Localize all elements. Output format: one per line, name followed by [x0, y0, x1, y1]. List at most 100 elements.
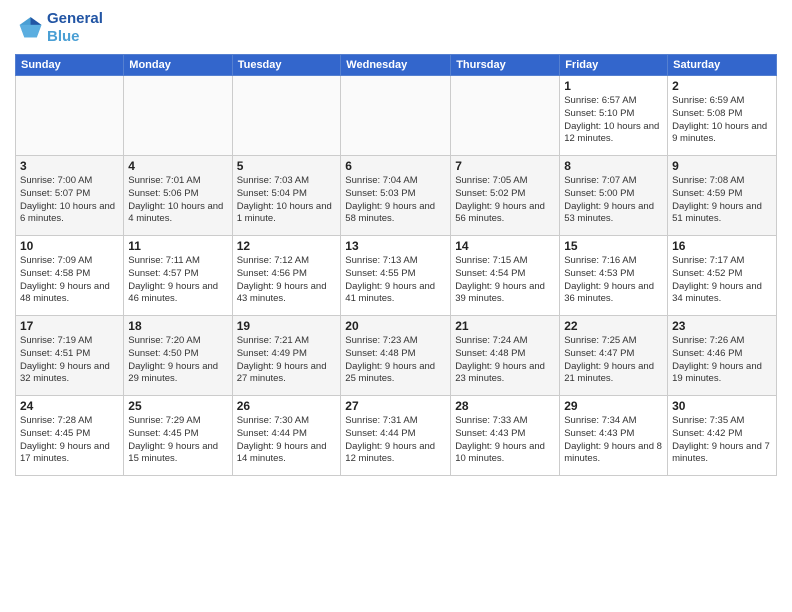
day-number: 20 [345, 319, 446, 333]
calendar-cell: 20 Sunrise: 7:23 AMSunset: 4:48 PMDayligh… [341, 316, 451, 396]
day-number: 10 [20, 239, 119, 253]
header: General Blue [15, 10, 777, 46]
day-number: 29 [564, 399, 663, 413]
day-info: Sunrise: 7:04 AMSunset: 5:03 PMDaylight:… [345, 175, 446, 226]
day-info: Sunrise: 7:09 AMSunset: 4:58 PMDaylight:… [20, 255, 119, 306]
day-info: Sunrise: 7:03 AMSunset: 5:04 PMDaylight:… [237, 175, 337, 226]
day-info: Sunrise: 7:07 AMSunset: 5:00 PMDaylight:… [564, 175, 663, 226]
day-number: 8 [564, 159, 663, 173]
day-info: Sunrise: 7:11 AMSunset: 4:57 PMDaylight:… [128, 255, 227, 306]
day-number: 12 [237, 239, 337, 253]
calendar-cell: 27 Sunrise: 7:31 AMSunset: 4:44 PMDayligh… [341, 396, 451, 476]
day-number: 14 [455, 239, 555, 253]
day-info: Sunrise: 6:59 AMSunset: 5:08 PMDaylight:… [672, 95, 772, 146]
day-number: 15 [564, 239, 663, 253]
day-info: Sunrise: 7:24 AMSunset: 4:48 PMDaylight:… [455, 335, 555, 386]
day-info: Sunrise: 7:28 AMSunset: 4:45 PMDaylight:… [20, 415, 119, 466]
week-row-2: 3 Sunrise: 7:00 AMSunset: 5:07 PMDaylight… [16, 156, 777, 236]
day-info: Sunrise: 7:29 AMSunset: 4:45 PMDaylight:… [128, 415, 227, 466]
calendar-cell: 14 Sunrise: 7:15 AMSunset: 4:54 PMDayligh… [451, 236, 560, 316]
calendar-cell: 8 Sunrise: 7:07 AMSunset: 5:00 PMDaylight… [560, 156, 668, 236]
day-number: 21 [455, 319, 555, 333]
day-info: Sunrise: 7:05 AMSunset: 5:02 PMDaylight:… [455, 175, 555, 226]
day-info: Sunrise: 7:33 AMSunset: 4:43 PMDaylight:… [455, 415, 555, 466]
day-info: Sunrise: 7:08 AMSunset: 4:59 PMDaylight:… [672, 175, 772, 226]
day-info: Sunrise: 7:00 AMSunset: 5:07 PMDaylight:… [20, 175, 119, 226]
day-number: 6 [345, 159, 446, 173]
calendar-cell: 16 Sunrise: 7:17 AMSunset: 4:52 PMDayligh… [668, 236, 777, 316]
calendar-cell: 26 Sunrise: 7:30 AMSunset: 4:44 PMDayligh… [232, 396, 341, 476]
calendar-cell: 10 Sunrise: 7:09 AMSunset: 4:58 PMDayligh… [16, 236, 124, 316]
day-info: Sunrise: 7:15 AMSunset: 4:54 PMDaylight:… [455, 255, 555, 306]
day-number: 9 [672, 159, 772, 173]
calendar-cell: 25Sunrise: 7:29 AMSunset: 4:45 PMDayligh… [124, 396, 232, 476]
calendar-cell: 29 Sunrise: 7:34 AMSunset: 4:43 PMDayligh… [560, 396, 668, 476]
day-info: Sunrise: 7:26 AMSunset: 4:46 PMDaylight:… [672, 335, 772, 386]
day-number: 1 [564, 79, 663, 93]
day-info: Sunrise: 7:19 AMSunset: 4:51 PMDaylight:… [20, 335, 119, 386]
day-number: 5 [237, 159, 337, 173]
weekday-header-wednesday: Wednesday [341, 55, 451, 76]
weekday-header-sunday: Sunday [16, 55, 124, 76]
calendar-cell: 24Sunrise: 7:28 AMSunset: 4:45 PMDayligh… [16, 396, 124, 476]
day-number: 22 [564, 319, 663, 333]
day-number: 30 [672, 399, 772, 413]
weekday-header-saturday: Saturday [668, 55, 777, 76]
calendar-header: SundayMondayTuesdayWednesdayThursdayFrid… [16, 55, 777, 76]
calendar-cell: 22 Sunrise: 7:25 AMSunset: 4:47 PMDayligh… [560, 316, 668, 396]
logo-icon [15, 14, 43, 42]
day-number: 4 [128, 159, 227, 173]
day-number: 27 [345, 399, 446, 413]
day-number: 7 [455, 159, 555, 173]
day-number: 19 [237, 319, 337, 333]
weekday-header-monday: Monday [124, 55, 232, 76]
day-info: Sunrise: 7:13 AMSunset: 4:55 PMDaylight:… [345, 255, 446, 306]
calendar-cell: 12 Sunrise: 7:12 AMSunset: 4:56 PMDayligh… [232, 236, 341, 316]
weekday-header-tuesday: Tuesday [232, 55, 341, 76]
calendar-cell: 21 Sunrise: 7:24 AMSunset: 4:48 PMDayligh… [451, 316, 560, 396]
day-number: 18 [128, 319, 227, 333]
calendar-cell: 19 Sunrise: 7:21 AMSunset: 4:49 PMDayligh… [232, 316, 341, 396]
day-number: 16 [672, 239, 772, 253]
calendar-cell: 17 Sunrise: 7:19 AMSunset: 4:51 PMDayligh… [16, 316, 124, 396]
day-info: Sunrise: 7:30 AMSunset: 4:44 PMDaylight:… [237, 415, 337, 466]
calendar-body: 1Sunrise: 6:57 AMSunset: 5:10 PMDaylight… [16, 76, 777, 476]
day-info: Sunrise: 7:12 AMSunset: 4:56 PMDaylight:… [237, 255, 337, 306]
day-info: Sunrise: 7:31 AMSunset: 4:44 PMDaylight:… [345, 415, 446, 466]
day-info: Sunrise: 7:21 AMSunset: 4:49 PMDaylight:… [237, 335, 337, 386]
calendar-cell: 30Sunrise: 7:35 AMSunset: 4:42 PMDayligh… [668, 396, 777, 476]
logo: General Blue [15, 10, 103, 46]
week-row-5: 24Sunrise: 7:28 AMSunset: 4:45 PMDayligh… [16, 396, 777, 476]
day-info: Sunrise: 7:20 AMSunset: 4:50 PMDaylight:… [128, 335, 227, 386]
calendar-cell: 18 Sunrise: 7:20 AMSunset: 4:50 PMDayligh… [124, 316, 232, 396]
weekday-header-friday: Friday [560, 55, 668, 76]
calendar-cell: 7 Sunrise: 7:05 AMSunset: 5:02 PMDaylight… [451, 156, 560, 236]
calendar-table: SundayMondayTuesdayWednesdayThursdayFrid… [15, 54, 777, 476]
day-info: Sunrise: 7:01 AMSunset: 5:06 PMDaylight:… [128, 175, 227, 226]
week-row-3: 10 Sunrise: 7:09 AMSunset: 4:58 PMDayligh… [16, 236, 777, 316]
calendar-cell [451, 76, 560, 156]
calendar-cell: 5 Sunrise: 7:03 AMSunset: 5:04 PMDaylight… [232, 156, 341, 236]
calendar-cell [124, 76, 232, 156]
calendar-cell: 15 Sunrise: 7:16 AMSunset: 4:53 PMDayligh… [560, 236, 668, 316]
day-number: 13 [345, 239, 446, 253]
day-info: Sunrise: 7:16 AMSunset: 4:53 PMDaylight:… [564, 255, 663, 306]
day-number: 17 [20, 319, 119, 333]
day-number: 23 [672, 319, 772, 333]
calendar-cell: 11Sunrise: 7:11 AMSunset: 4:57 PMDayligh… [124, 236, 232, 316]
day-info: Sunrise: 7:34 AMSunset: 4:43 PMDaylight:… [564, 415, 663, 466]
calendar-cell: 9 Sunrise: 7:08 AMSunset: 4:59 PMDaylight… [668, 156, 777, 236]
day-info: Sunrise: 7:25 AMSunset: 4:47 PMDaylight:… [564, 335, 663, 386]
day-number: 28 [455, 399, 555, 413]
calendar-cell: 28 Sunrise: 7:33 AMSunset: 4:43 PMDayligh… [451, 396, 560, 476]
day-number: 26 [237, 399, 337, 413]
day-number: 3 [20, 159, 119, 173]
calendar-cell: 4 Sunrise: 7:01 AMSunset: 5:06 PMDaylight… [124, 156, 232, 236]
day-info: Sunrise: 7:17 AMSunset: 4:52 PMDaylight:… [672, 255, 772, 306]
page: General Blue SundayMondayTuesdayWednesda… [0, 0, 792, 612]
calendar-cell [16, 76, 124, 156]
calendar-cell: 6 Sunrise: 7:04 AMSunset: 5:03 PMDaylight… [341, 156, 451, 236]
weekday-header-thursday: Thursday [451, 55, 560, 76]
calendar-cell [232, 76, 341, 156]
day-info: Sunrise: 7:23 AMSunset: 4:48 PMDaylight:… [345, 335, 446, 386]
